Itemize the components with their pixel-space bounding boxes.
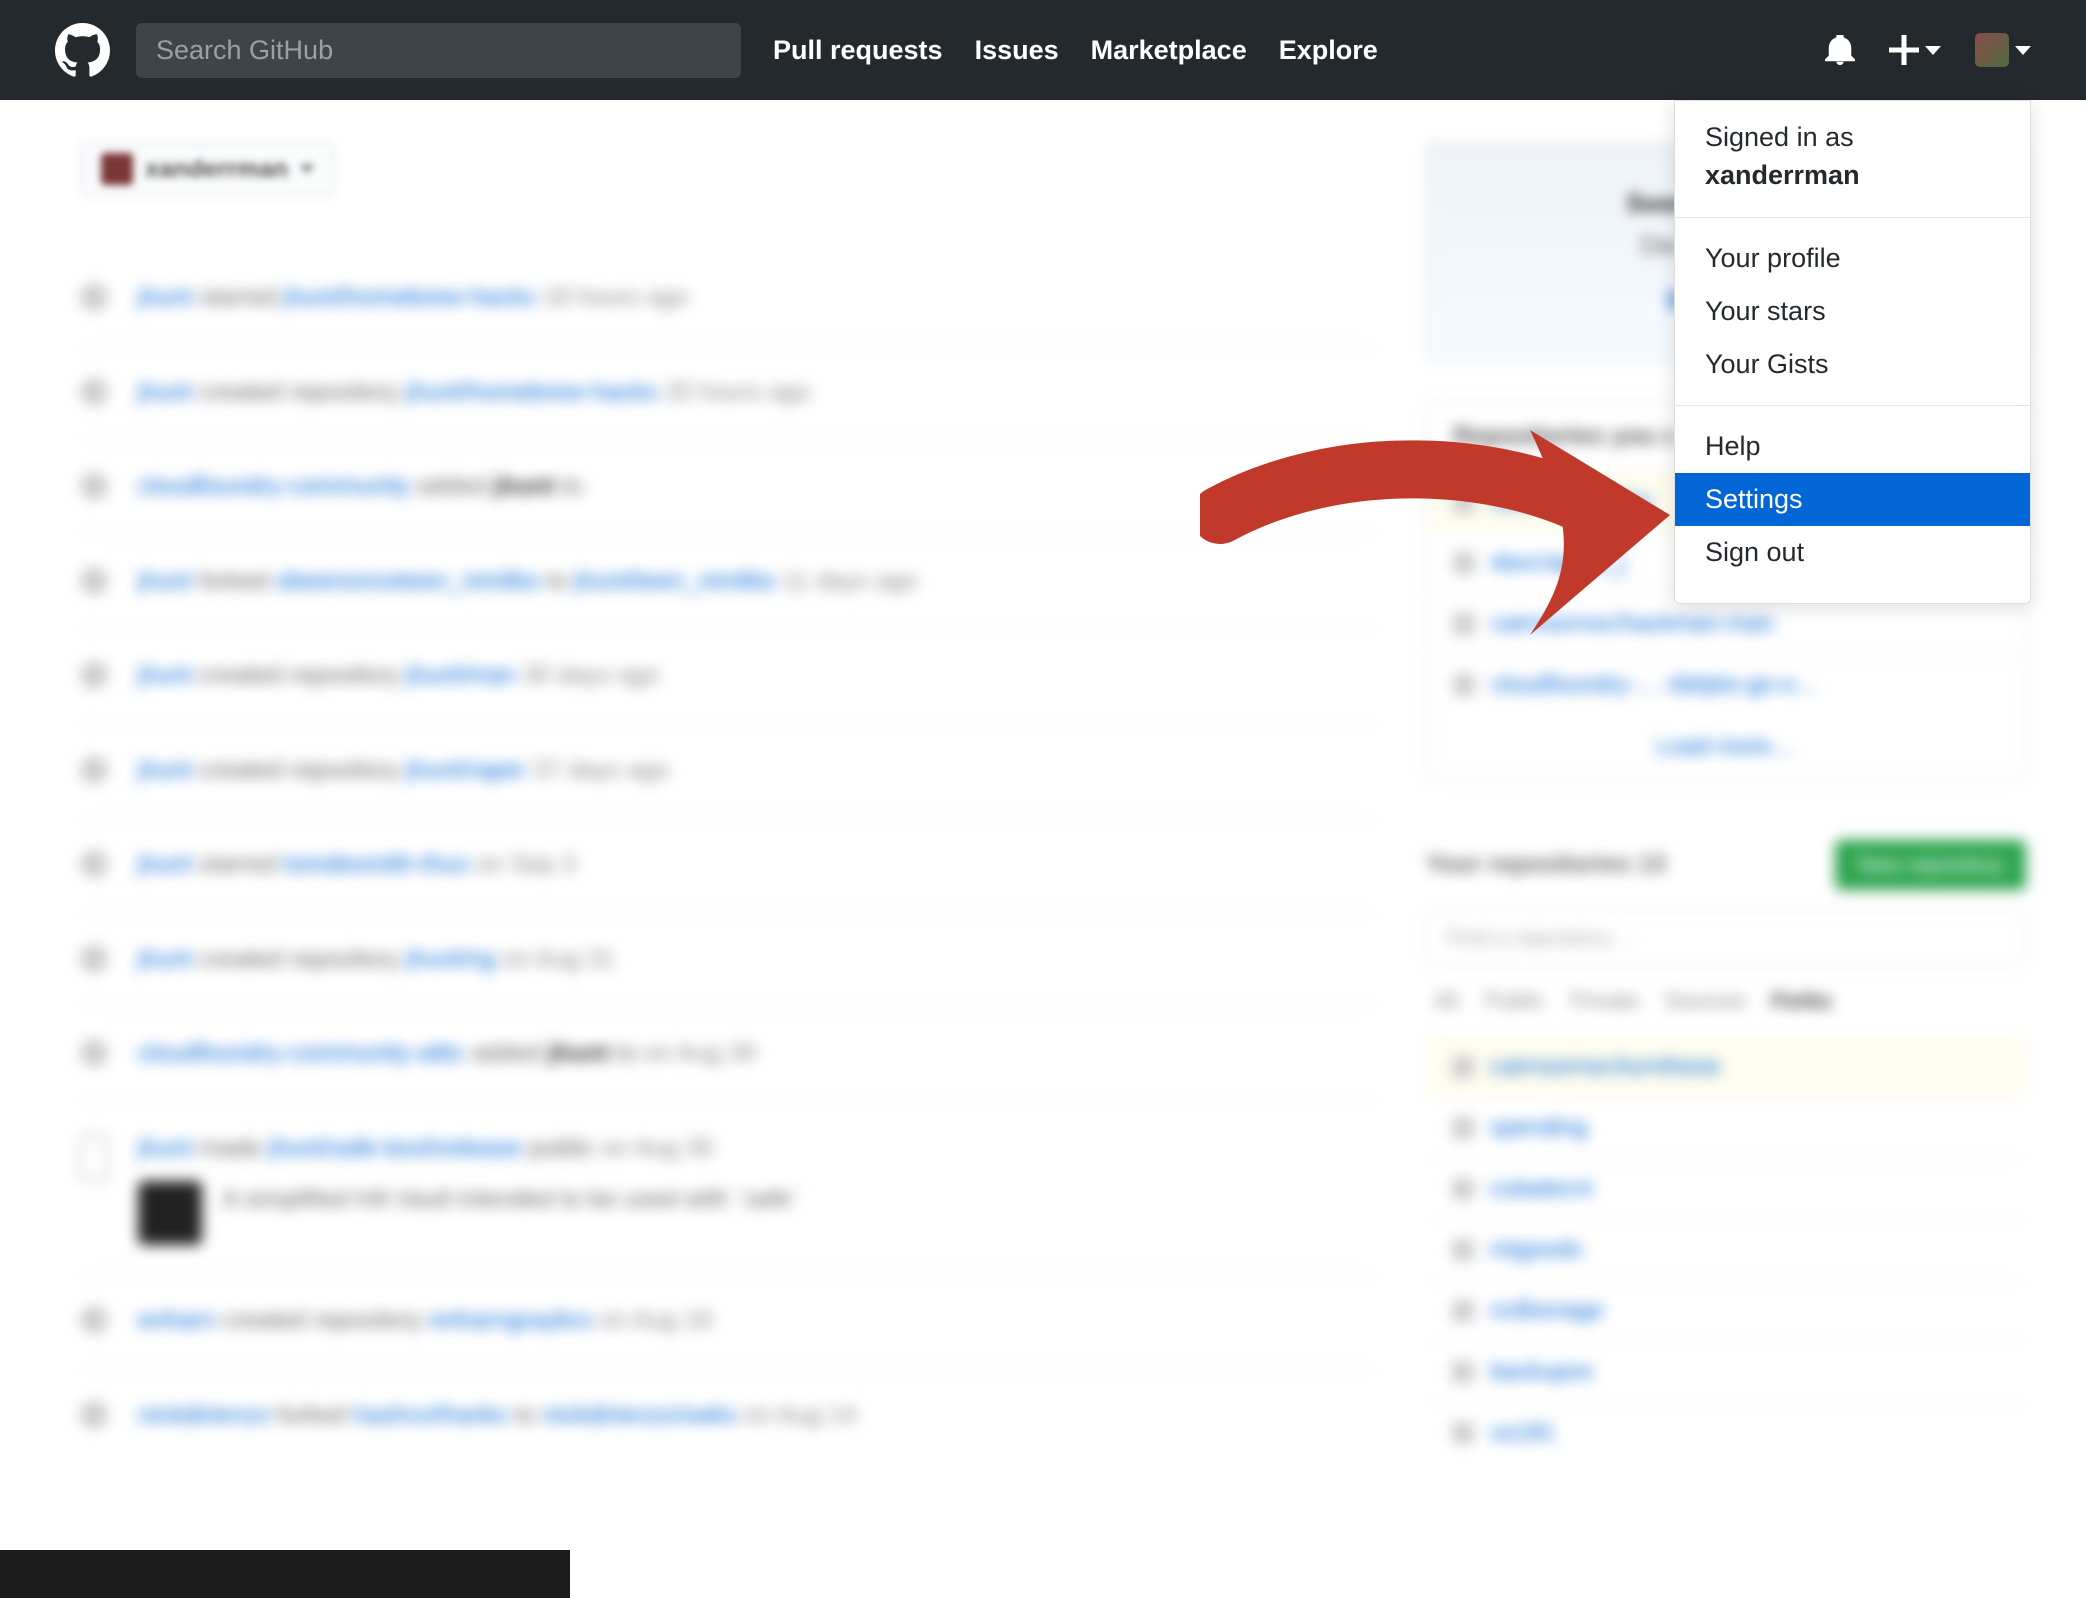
feed-text: jhunt created repository jhunt/raper 37 … — [138, 752, 669, 790]
create-new-dropdown[interactable] — [1889, 35, 1941, 65]
feed-icon — [80, 378, 108, 406]
feed-text: enharn created repository enharngraylics… — [138, 1302, 712, 1340]
feed-text: jhunt created repository jhunt/man 30 da… — [138, 657, 659, 695]
feed-text: jhunt created repository jhunt/ng on Aug… — [138, 941, 615, 979]
feed-text: cloudfoundry-community-attic added jhunt… — [138, 1035, 756, 1073]
tab-all[interactable]: All — [1434, 988, 1458, 1014]
feed-icon — [80, 1039, 108, 1067]
feed-icon — [80, 283, 108, 311]
menu-your-profile[interactable]: Your profile — [1675, 232, 2030, 285]
new-repository-button[interactable]: New repository — [1835, 840, 2026, 890]
your-repos-title: Your repositories 13 — [1426, 850, 1666, 879]
bottom-bar — [0, 1550, 570, 1598]
feed-item: jhunt created repository jhunt/homebrew-… — [80, 345, 1376, 440]
feed-item: jhunt made jhunt/safe-boshrelease public… — [80, 1101, 1376, 1274]
feed-icon — [80, 567, 108, 595]
signed-in-username: xanderrman — [1705, 160, 1860, 190]
menu-help[interactable]: Help — [1675, 420, 2030, 473]
context-avatar — [101, 153, 133, 185]
context-name: xanderrman — [145, 155, 288, 184]
user-avatar — [1975, 33, 2009, 67]
context-switcher[interactable]: xanderrman — [80, 142, 335, 196]
news-feed: xanderrman jhunt starred jhunt/homebrew-… — [80, 142, 1376, 1463]
user-menu-trigger[interactable] — [1975, 33, 2031, 67]
feed-icon — [80, 1306, 108, 1334]
user-menu-dropdown: Signed in as xanderrman Your profile You… — [1674, 100, 2031, 604]
caret-down-icon — [2015, 46, 2031, 55]
tab-sources[interactable]: Sources — [1665, 988, 1746, 1014]
feed-item: jhunt forked obeenonceteen_nimlibs to jh… — [80, 534, 1376, 629]
feed-item: jhunt starred jhunt/homebrew-hacks 18 ho… — [80, 251, 1376, 345]
repo-row[interactable]: backupos — [1426, 1341, 2026, 1402]
feed-item: enharn created repository enharngraylics… — [80, 1273, 1376, 1368]
feed-text: jhunt created repository jhunt/homebrew-… — [138, 374, 811, 412]
feed-icon — [80, 945, 108, 973]
repo-row[interactable]: cubatecni — [1426, 1158, 2026, 1219]
search-input[interactable]: Search GitHub — [136, 23, 741, 78]
menu-your-stars[interactable]: Your stars — [1675, 285, 2030, 338]
feed-item: jhunt created repository jhunt/ng on Aug… — [80, 912, 1376, 1007]
feed-item: cloudfoundry-community added jhunt to — [80, 439, 1376, 534]
menu-settings[interactable]: Settings — [1675, 473, 2030, 526]
global-header: Search GitHub Pull requests Issues Marke… — [0, 0, 2086, 100]
feed-text: jhunt starred jhunt/homebrew-hacks 18 ho… — [138, 279, 688, 317]
feed-item: jhunt created repository jhunt/man 30 da… — [80, 628, 1376, 723]
repo-row[interactable]: cairnsornoc/turnthese — [1426, 1036, 2026, 1097]
feed-text: nickdirienzo forked hashvs/franks to nic… — [138, 1397, 857, 1435]
feed-text: jhunt forked obeenonceteen_nimlibs to jh… — [138, 563, 917, 601]
primary-nav: Pull requests Issues Marketplace Explore — [773, 35, 1378, 66]
feed-item: jhunt starred tomdesmith-thus on Sep 3 — [80, 817, 1376, 912]
feed-text: jhunt made jhunt/safe-boshrelease public… — [138, 1130, 800, 1246]
feed-icon — [80, 661, 108, 689]
tab-public[interactable]: Public — [1484, 988, 1544, 1014]
dropdown-signed-in-as: Signed in as xanderrman — [1675, 101, 2030, 217]
feed-icon — [80, 756, 108, 784]
menu-sign-out[interactable]: Sign out — [1675, 526, 2030, 579]
repo-row[interactable]: spending — [1426, 1097, 2026, 1158]
feed-item: nickdirienzo forked hashvs/franks to nic… — [80, 1368, 1376, 1463]
feed-icon — [80, 1401, 108, 1429]
repo-filter-input[interactable]: Find a repository… — [1426, 910, 2026, 966]
repo-row[interactable]: mtgoods — [1426, 1219, 2026, 1280]
feed-item: jhunt created repository jhunt/raper 37 … — [80, 723, 1376, 818]
caret-down-icon — [300, 165, 314, 173]
nav-issues[interactable]: Issues — [975, 35, 1059, 66]
feed-icon — [80, 472, 108, 500]
your-repositories: Your repositories 13 New repository Find… — [1426, 820, 2026, 1463]
signed-in-label: Signed in as — [1705, 122, 1854, 152]
nav-explore[interactable]: Explore — [1279, 35, 1378, 66]
feed-text: cloudfoundry-community added jhunt to — [138, 468, 583, 506]
menu-your-gists[interactable]: Your Gists — [1675, 338, 2030, 391]
caret-down-icon — [1925, 46, 1941, 55]
repo-row[interactable]: cloudfoundry-… /delpto-go-o… — [1427, 654, 2025, 715]
repo-row[interactable]: ncBionage — [1426, 1280, 2026, 1341]
github-logo[interactable] — [55, 23, 110, 78]
load-more[interactable]: Load more… — [1427, 715, 2025, 779]
notifications-icon[interactable] — [1825, 35, 1855, 65]
feed-icon — [80, 850, 108, 878]
tab-private[interactable]: Private — [1570, 988, 1638, 1014]
feed-text: jhunt starred tomdesmith-thus on Sep 3 — [138, 846, 576, 884]
repo-row[interactable]: us181 — [1426, 1402, 2026, 1463]
tab-forks[interactable]: Forks — [1772, 988, 1832, 1014]
feed-item: cloudfoundry-community-attic added jhunt… — [80, 1006, 1376, 1101]
nav-pull-requests[interactable]: Pull requests — [773, 35, 943, 66]
nav-marketplace[interactable]: Marketplace — [1091, 35, 1247, 66]
